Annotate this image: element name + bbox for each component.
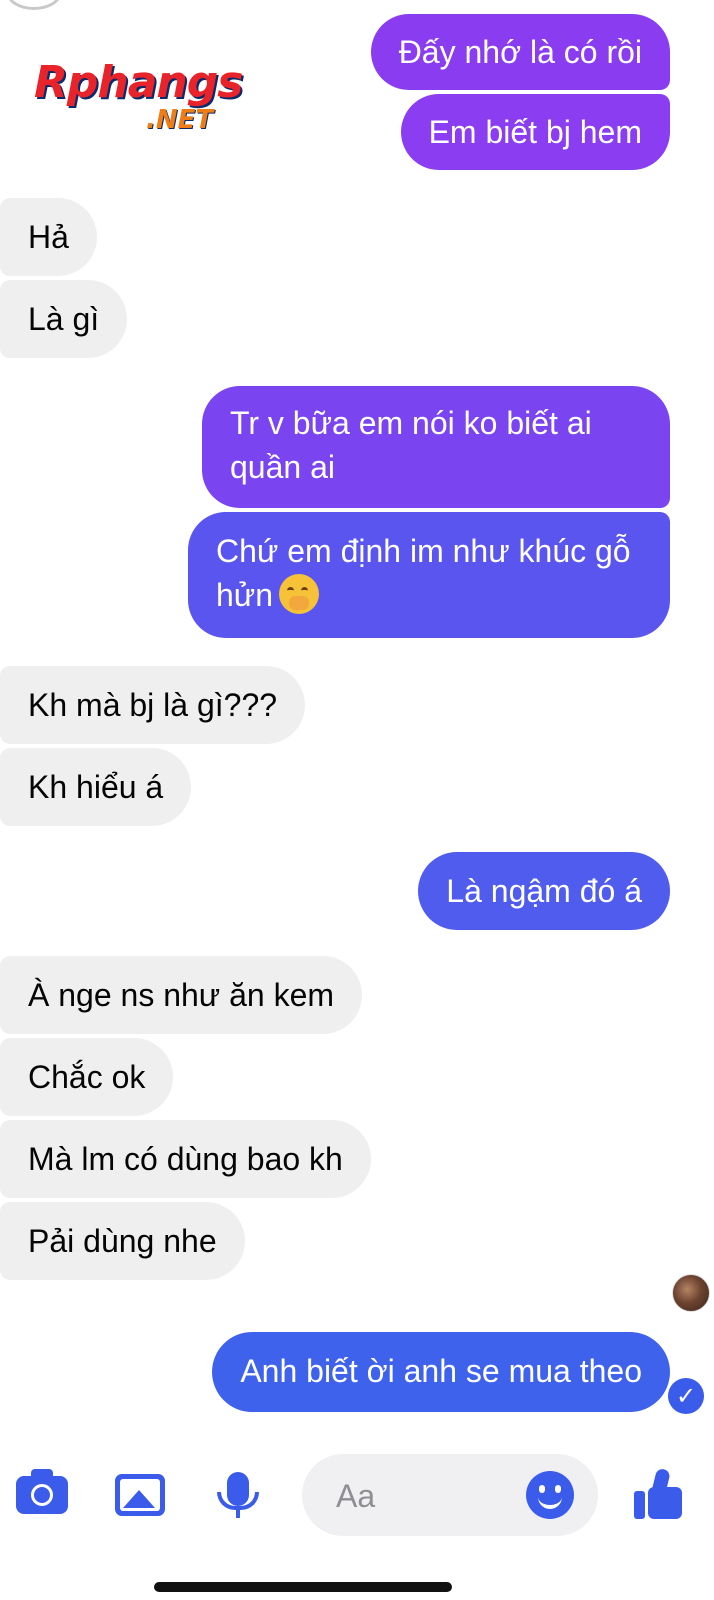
message-incoming[interactable]: Kh hiểu á: [0, 748, 192, 826]
message-outgoing[interactable]: Em biết bj hem: [400, 94, 670, 170]
read-receipt-avatar: [672, 1274, 710, 1312]
thumbs-up-icon[interactable]: [628, 1440, 688, 1550]
message-outgoing[interactable]: Chứ em định im như khúc gỗ hửn: [188, 512, 670, 638]
message-incoming[interactable]: Hả: [0, 198, 97, 276]
message-incoming[interactable]: Pải dùng nhe: [0, 1202, 245, 1280]
message-incoming[interactable]: Chắc ok: [0, 1038, 174, 1116]
emoji-icon[interactable]: [526, 1471, 574, 1519]
message-incoming[interactable]: À nge ns như ăn kem: [0, 956, 363, 1034]
home-indicator[interactable]: [154, 1582, 452, 1592]
partial-avatar: [6, 0, 62, 10]
logo-suffix: .NET: [146, 105, 214, 135]
watermark-logo: Rphangs .NET: [34, 58, 264, 138]
message-text: Chứ em định im như khúc gỗ hửn: [216, 533, 631, 613]
message-outgoing[interactable]: Đấy nhớ là có rồi: [370, 14, 670, 90]
logo-brand: Rphangs: [34, 57, 243, 108]
message-input[interactable]: [334, 1454, 518, 1538]
shushing-face-icon: [279, 574, 320, 614]
message-outgoing[interactable]: Anh biết ời anh se mua theo: [212, 1332, 670, 1412]
microphone-icon[interactable]: [210, 1440, 266, 1550]
message-outgoing[interactable]: Tr v bữa em nói ko biết ai quần ai: [202, 386, 670, 508]
message-outgoing[interactable]: Là ngậm đó á: [418, 852, 670, 930]
delivered-check-icon: ✓: [668, 1378, 704, 1414]
message-input-box[interactable]: [302, 1454, 598, 1538]
photo-icon[interactable]: [112, 1440, 168, 1550]
message-incoming[interactable]: Là gì: [0, 280, 128, 358]
message-incoming[interactable]: Kh mà bj là gì???: [0, 666, 306, 744]
message-incoming[interactable]: Mà lm có dùng bao kh: [0, 1120, 371, 1198]
composer-bar: [0, 1440, 714, 1550]
camera-icon[interactable]: [14, 1440, 70, 1550]
